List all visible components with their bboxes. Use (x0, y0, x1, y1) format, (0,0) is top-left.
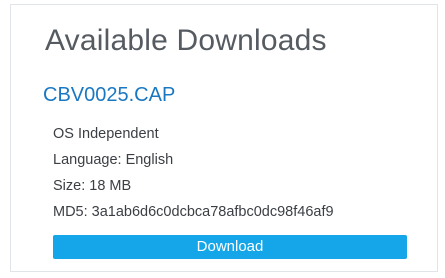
panel-title: Available Downloads (45, 24, 327, 57)
os-info: OS Independent (53, 126, 159, 142)
download-button[interactable]: Download (53, 235, 407, 259)
downloads-panel: Available Downloads CBV0025.CAP OS Indep… (10, 4, 438, 272)
md5-info: MD5: 3a1ab6d6c0dcbca78afbc0dc98f46af9 (53, 204, 334, 220)
language-info: Language: English (53, 152, 174, 168)
file-name-link[interactable]: CBV0025.CAP (43, 83, 175, 107)
page: Available Downloads CBV0025.CAP OS Indep… (0, 0, 445, 278)
size-info: Size: 18 MB (53, 178, 132, 194)
